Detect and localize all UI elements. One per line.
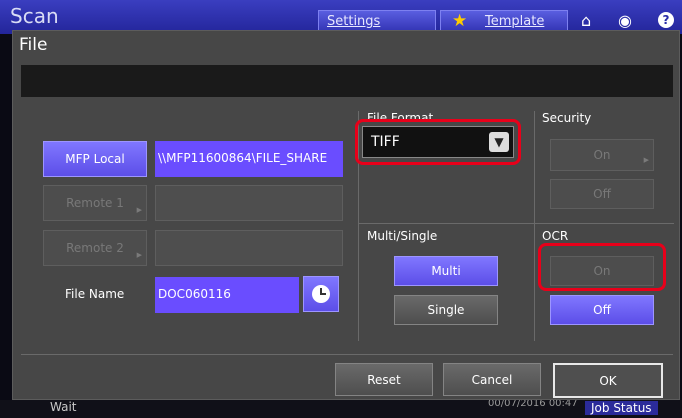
divider [21,354,673,355]
divider [358,223,534,224]
file-name-label: File Name [65,287,125,301]
ocr-label: OCR [542,229,569,243]
status-text: Wait [50,400,77,414]
settings-button[interactable]: Settings [318,10,436,32]
highlight-frame [538,243,666,291]
multi-button[interactable]: Multi [394,256,498,286]
app-top-bar: Scan Settings Template ★ ⌂ ◉ ? [0,0,682,34]
security-on-button[interactable]: On ▶ [550,139,654,171]
ocr-off-button[interactable]: Off [550,295,654,325]
mfp-local-path-field[interactable]: \\MFP11600864\FILE_SHARE [155,141,343,177]
remote2-button[interactable]: Remote 2 ▶ [43,230,147,266]
reset-button[interactable]: Reset [335,363,433,396]
help-icon[interactable]: ? [658,12,674,28]
security-off-button[interactable]: Off [550,179,654,209]
security-off-label: Off [593,187,611,201]
remote1-path-field[interactable] [155,185,343,221]
single-button[interactable]: Single [394,295,498,325]
mfp-local-label: MFP Local [65,152,125,166]
file-dialog: File MFP Local \\MFP11600864\FILE_SHARE … [12,30,680,400]
message-bar [21,65,673,97]
remote2-label: Remote 2 [66,241,124,255]
time-stamp-button[interactable] [303,276,339,312]
remote2-path-field[interactable] [155,230,343,266]
settings-label: Settings [327,14,381,29]
expand-triangle-icon: ▶ [643,156,649,164]
app-title: Scan [10,4,59,28]
clock-icon [312,285,330,303]
star-icon: ★ [452,11,468,31]
reset-label: Reset [367,372,401,387]
multi-label: Multi [431,264,461,278]
security-on-label: On [593,148,611,162]
globe-icon[interactable]: ◉ [618,12,632,30]
dialog-title: File [19,35,48,55]
home-icon[interactable]: ⌂ [581,12,591,30]
divider [534,111,535,341]
highlight-frame [355,119,521,165]
file-name-field[interactable]: DOC060116 [155,277,299,313]
remote1-label: Remote 1 [66,196,124,210]
divider [534,223,674,224]
cancel-button[interactable]: Cancel [443,363,541,396]
mfp-local-button[interactable]: MFP Local [43,141,147,177]
expand-triangle-icon: ▶ [136,251,142,259]
job-status-button[interactable]: Job Status [585,401,658,415]
expand-triangle-icon: ▶ [136,206,142,214]
status-bar [0,400,682,418]
ok-label: OK [599,373,617,388]
ok-button[interactable]: OK [553,363,663,398]
security-label: Security [542,111,592,125]
cancel-label: Cancel [471,372,513,387]
multi-single-label: Multi/Single [367,229,438,243]
single-label: Single [427,303,465,317]
remote1-button[interactable]: Remote 1 ▶ [43,185,147,221]
ocr-off-label: Off [593,303,611,317]
template-label: Template [485,14,545,29]
